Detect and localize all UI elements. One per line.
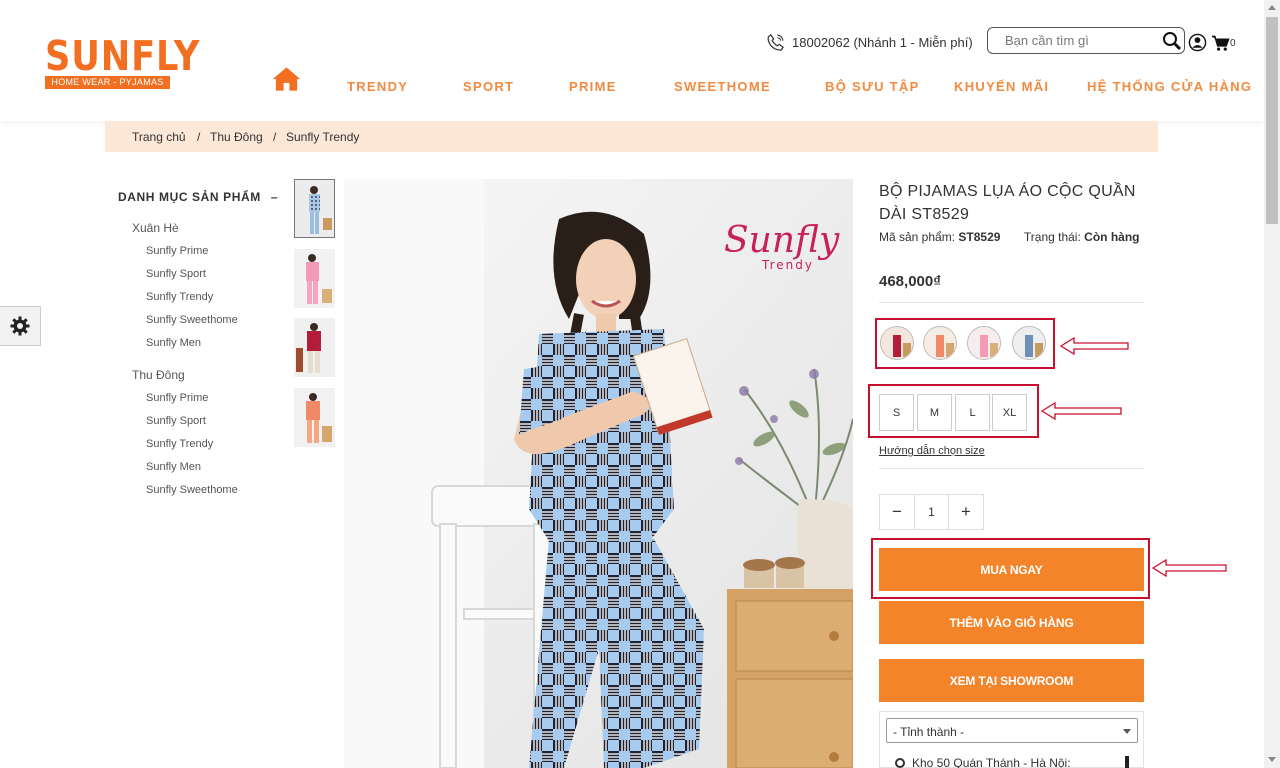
page-scrollbar[interactable] <box>1264 0 1280 768</box>
nav-store-system[interactable]: HỆ THỐNG CỬA HÀNG <box>1087 79 1252 94</box>
logo-wordmark: SUNFLY <box>45 32 201 80</box>
arrow-left-icon <box>1060 337 1129 355</box>
product-price: 468,000₫ <box>879 273 941 290</box>
sidebar-item-sunfly-sport[interactable]: Sunfly Sport <box>146 268 206 280</box>
sidebar-title[interactable]: DANH MỤC SẢN PHẨM – <box>118 190 278 204</box>
breadcrumb-separator: / <box>197 130 201 144</box>
color-swatch-pink[interactable] <box>967 326 1001 360</box>
nav-trendy[interactable]: TRENDY <box>347 79 408 94</box>
color-swatch-blue[interactable] <box>1012 326 1046 360</box>
color-swatch-red[interactable] <box>880 326 914 360</box>
breadcrumb-home[interactable]: Trang chủ <box>132 130 186 144</box>
scroll-down-arrow-icon[interactable] <box>1268 757 1276 762</box>
search-input[interactable] <box>1005 33 1155 48</box>
province-select-value: - Tỉnh thành - <box>893 725 965 739</box>
logo-tagline: HOME WEAR - PYJAMAS <box>45 76 170 89</box>
status-value: Còn hàng <box>1084 230 1140 244</box>
home-icon[interactable] <box>272 66 301 92</box>
thumbnail-image <box>294 249 335 308</box>
search-icon[interactable] <box>1161 31 1183 51</box>
size-l-button[interactable]: L <box>955 394 990 431</box>
quantity-increase-button[interactable]: + <box>948 495 983 529</box>
category-thu-dong[interactable]: Thu Đông <box>132 368 185 382</box>
sidebar-item-sunfly-men[interactable]: Sunfly Men <box>146 337 201 349</box>
nav-sweethome[interactable]: SWEETHOME <box>674 79 771 94</box>
thumbnail-image <box>294 388 335 447</box>
sidebar-item-sunfly-prime[interactable]: Sunfly Prime <box>146 392 208 404</box>
hotline-text: 18002062 (Nhánh 1 - Miễn phí) <box>792 34 973 50</box>
size-xl-button[interactable]: XL <box>992 394 1027 431</box>
phone-icon <box>767 33 784 51</box>
sunfly-logo[interactable]: SUNFLY HOME WEAR - PYJAMAS <box>45 36 199 90</box>
thumbnail-2[interactable] <box>294 249 335 308</box>
view-showroom-button[interactable]: XEM TẠI SHOWROOM <box>879 659 1144 702</box>
nav-sport[interactable]: SPORT <box>463 79 514 94</box>
breadcrumb-thu-dong[interactable]: Thu Đông <box>210 130 263 144</box>
size-guide-link[interactable]: Hướng dẫn chọn size <box>879 445 985 457</box>
sidebar-item-sunfly-men[interactable]: Sunfly Men <box>146 461 201 473</box>
thumbnail-3[interactable] <box>294 318 335 377</box>
thumbnail-4[interactable] <box>294 388 335 447</box>
sidebar-item-sunfly-trendy[interactable]: Sunfly Trendy <box>146 291 213 303</box>
cart-count: 0 <box>1230 38 1236 49</box>
watermark-logo: Sunfly <box>724 220 840 261</box>
breadcrumb-separator: / <box>273 130 277 144</box>
nav-collection[interactable]: BỘ SƯU TẬP <box>825 79 920 94</box>
product-page: SUNFLY HOME WEAR - PYJAMAS 18002062 (Nhá… <box>0 0 1280 768</box>
breadcrumb: Trang chủ / Thu Đông / Sunfly Trendy <box>105 121 1158 152</box>
site-header: SUNFLY HOME WEAR - PYJAMAS 18002062 (Nhá… <box>0 0 1264 121</box>
scroll-up-arrow-icon[interactable] <box>1268 5 1276 10</box>
sidebar-item-sunfly-sweethome[interactable]: Sunfly Sweethome <box>146 484 238 496</box>
user-icon[interactable] <box>1188 33 1207 52</box>
sidebar-item-sunfly-trendy[interactable]: Sunfly Trendy <box>146 438 213 450</box>
scrollbar-thumb[interactable] <box>1266 17 1278 224</box>
size-s-button[interactable]: S <box>879 394 914 431</box>
divider <box>879 302 1144 303</box>
nav-prime[interactable]: PRIME <box>569 79 617 94</box>
store-finder: - Tỉnh thành - Kho 50 Quán Thánh - Hà Nộ… <box>879 711 1144 768</box>
add-to-cart-button[interactable]: THÊM VÀO GIỎ HÀNG <box>879 601 1144 644</box>
sidebar-item-sunfly-sweethome[interactable]: Sunfly Sweethome <box>146 314 238 326</box>
category-xuan-he[interactable]: Xuân Hè <box>132 221 179 235</box>
province-select[interactable]: - Tỉnh thành - <box>886 718 1138 743</box>
breadcrumb-current: Sunfly Trendy <box>286 130 360 144</box>
divider <box>879 468 1144 469</box>
color-swatch-orange[interactable] <box>923 326 957 360</box>
arrow-left-icon <box>1152 559 1227 577</box>
store-radio[interactable] <box>895 758 905 768</box>
thumbnail-image <box>294 318 335 377</box>
thumbnail-image <box>295 180 334 237</box>
nav-promotions[interactable]: KHUYẾN MÃI <box>954 79 1049 94</box>
product-photo: Sunfly Trendy <box>344 179 853 768</box>
size-m-button[interactable]: M <box>917 394 952 431</box>
chevron-down-icon <box>1123 729 1131 734</box>
store-item-label[interactable]: Kho 50 Quán Thánh - Hà Nội: <box>912 756 1071 768</box>
search-box[interactable] <box>987 27 1185 54</box>
product-meta: Mã sản phẩm: ST8529 Trạng thái: Còn hàng <box>879 229 1144 246</box>
sidebar-item-sunfly-sport[interactable]: Sunfly Sport <box>146 415 206 427</box>
buy-now-button[interactable]: MUA NGAY <box>879 548 1144 591</box>
thumbnail-1[interactable] <box>294 179 335 238</box>
sidebar-item-sunfly-prime[interactable]: Sunfly Prime <box>146 245 208 257</box>
settings-tab[interactable] <box>0 306 41 346</box>
sku-label: Mã sản phẩm: <box>879 230 956 244</box>
gear-icon <box>10 316 30 336</box>
sku-value: ST8529 <box>958 230 1001 244</box>
watermark-sub: Trendy <box>761 258 814 272</box>
hotline[interactable]: 18002062 (Nhánh 1 - Miễn phí) <box>766 30 973 54</box>
arrow-left-icon <box>1041 402 1122 420</box>
product-main-image[interactable]: Sunfly Trendy <box>344 179 853 768</box>
quantity-input[interactable]: 1 <box>915 495 948 529</box>
quantity-stepper: − 1 + <box>879 494 984 530</box>
cart-icon[interactable] <box>1211 34 1230 52</box>
quantity-decrease-button[interactable]: − <box>880 495 915 529</box>
collapse-toggle[interactable]: – <box>271 190 278 204</box>
status-label: Trạng thái: <box>1023 230 1081 244</box>
store-list-scrollbar[interactable] <box>1125 756 1129 768</box>
product-title: BỘ PIJAMAS LỤA ÁO CỘC QUẦN DÀI ST8529 <box>879 183 1136 223</box>
